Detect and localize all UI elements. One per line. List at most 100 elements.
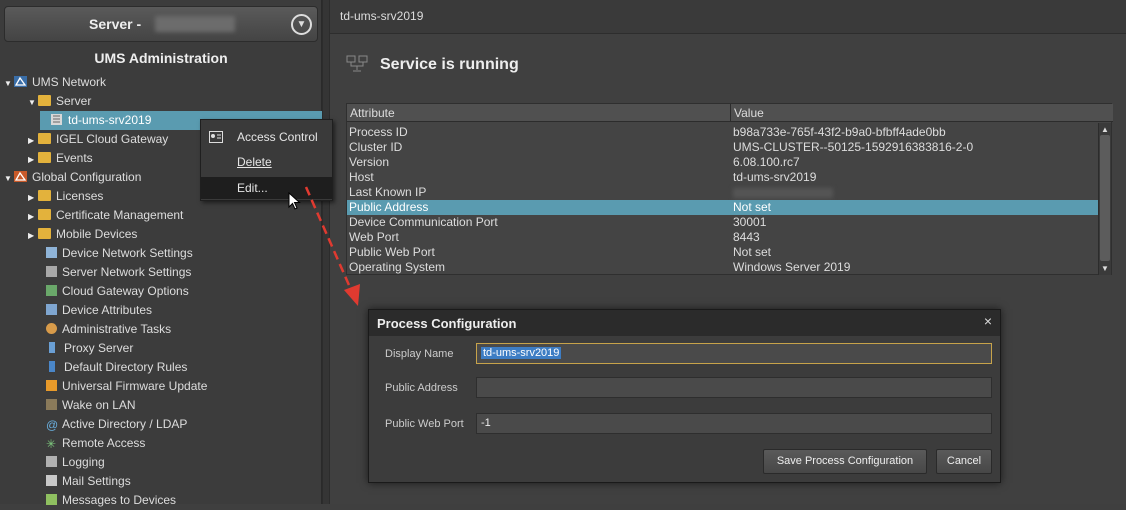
tree-item-ums-network[interactable]: ▼ UMS Network [4, 73, 106, 92]
table-row[interactable]: Public Web Port Not set [347, 245, 1099, 260]
dialog-title: Process Configuration [377, 316, 517, 331]
dialog-titlebar[interactable]: Process Configuration × [369, 310, 1000, 336]
cancel-button[interactable]: Cancel [936, 449, 992, 474]
cell-attribute: Cluster ID [349, 140, 403, 154]
table-row[interactable]: Web Port 8443 [347, 230, 1099, 245]
menu-item-edit[interactable]: Edit... [201, 177, 332, 199]
expand-triangle-icon[interactable]: ▶ [28, 226, 38, 245]
expand-triangle-icon[interactable]: ▼ [28, 93, 38, 112]
cell-attribute: Operating System [349, 260, 446, 274]
cell-value: td-ums-srv2019 [733, 170, 817, 184]
scroll-down-icon[interactable]: ▼ [1101, 264, 1109, 273]
tree-item-server[interactable]: ▼ Server [28, 92, 91, 111]
server-selector[interactable]: Server - ▼ [4, 6, 318, 42]
cell-value: 30001 [733, 215, 767, 229]
cell-attribute: Process ID [349, 125, 408, 139]
sidebar: Server - ▼ UMS Administration ▼ UMS Netwo… [0, 0, 322, 507]
expand-triangle-icon[interactable]: ▶ [28, 207, 38, 226]
tree-item-device-network-settings[interactable]: Device Network Settings [46, 244, 193, 263]
column-separator[interactable] [730, 104, 731, 122]
tree-item-default-directory-rules[interactable]: Default Directory Rules [46, 358, 187, 377]
scroll-up-icon[interactable]: ▲ [1101, 125, 1109, 134]
tree-item-label: td-ums-srv2019 [68, 113, 152, 127]
remote-access-icon: ✳ [46, 437, 57, 451]
expand-triangle-icon[interactable]: ▶ [28, 150, 38, 169]
tree-item-label: Device Attributes [62, 303, 153, 317]
tree-item-label: Mobile Devices [56, 227, 138, 241]
mail-icon [46, 475, 57, 486]
tree-item-events[interactable]: ▶ Events [28, 149, 93, 168]
tree-item-administrative-tasks[interactable]: Administrative Tasks [46, 320, 171, 339]
firmware-icon [46, 380, 57, 391]
tree-item-active-directory[interactable]: @ Active Directory / LDAP [46, 415, 187, 434]
tree-item-device-attributes[interactable]: Device Attributes [46, 301, 152, 320]
wake-icon [46, 399, 57, 410]
close-icon[interactable]: × [984, 313, 992, 329]
folder-icon [38, 209, 51, 220]
menu-item-access-control[interactable]: Access Control [201, 126, 332, 148]
panel-splitter[interactable] [322, 0, 330, 504]
chevron-down-icon[interactable]: ▼ [291, 14, 312, 35]
table-row[interactable]: Last Known IP [347, 185, 1099, 200]
tree-item-cloud-gateway-options[interactable]: Cloud Gateway Options [46, 282, 189, 301]
table-row-selected[interactable]: Public Address Not set [347, 200, 1099, 215]
folder-icon [38, 152, 51, 163]
table-row[interactable]: Operating System Windows Server 2019 [347, 260, 1099, 275]
tree-item-remote-access[interactable]: ✳ Remote Access [46, 434, 145, 453]
scroll-thumb[interactable] [1100, 135, 1110, 261]
tree-item-proxy-server[interactable]: Proxy Server [46, 339, 133, 358]
save-process-configuration-button[interactable]: Save Process Configuration [763, 449, 927, 474]
tree-item-universal-firmware-update[interactable]: Universal Firmware Update [46, 377, 207, 396]
menu-item-delete[interactable]: Delete [201, 151, 332, 173]
table-header: Attribute Value [347, 104, 1113, 122]
tree-item-licenses[interactable]: ▶ Licenses [28, 187, 103, 206]
expand-triangle-icon[interactable]: ▶ [28, 131, 38, 150]
expand-triangle-icon[interactable]: ▶ [28, 188, 38, 207]
public-address-field[interactable] [476, 377, 992, 398]
column-header-value[interactable]: Value [734, 106, 764, 120]
device-network-icon [46, 247, 57, 258]
tree-item-wake-on-lan[interactable]: Wake on LAN [46, 396, 136, 415]
display-name-field[interactable]: td-ums-srv2019 [476, 343, 992, 364]
folder-icon [38, 190, 51, 201]
tree-item-igel-cloud-gateway[interactable]: ▶ IGEL Cloud Gateway [28, 130, 168, 149]
cell-value: b98a733e-765f-43f2-b9a0-bfbff4ade0bb [733, 125, 946, 139]
cell-value: 6.08.100.rc7 [733, 155, 800, 169]
tasks-icon [46, 323, 57, 334]
main-tab-label: td-ums-srv2019 [340, 9, 424, 23]
tree-item-server-network-settings[interactable]: Server Network Settings [46, 263, 191, 282]
server-status-icon [346, 55, 368, 72]
tree-item-label: Messages to Devices [62, 493, 177, 507]
table-row[interactable]: Process ID b98a733e-765f-43f2-b9a0-bfbff4… [347, 125, 1099, 140]
table-row[interactable]: Cluster ID UMS-CLUSTER--50125-15929163838… [347, 140, 1099, 155]
tree-item-label: Cloud Gateway Options [62, 284, 189, 298]
server-network-icon [46, 266, 57, 277]
service-status: Service is running [380, 56, 519, 73]
menu-item-label: Edit... [237, 181, 268, 195]
cell-attribute: Version [349, 155, 390, 169]
tree-item-label: Events [56, 151, 93, 165]
column-header-attribute[interactable]: Attribute [350, 106, 395, 120]
expand-triangle-icon[interactable]: ▼ [4, 74, 14, 93]
cell-attribute: Device Communication Port [349, 215, 498, 229]
tree-item-mail-settings[interactable]: Mail Settings [46, 472, 131, 491]
tree-item-logging[interactable]: Logging [46, 453, 105, 472]
tree-item-messages-to-devices[interactable]: Messages to Devices [46, 491, 176, 510]
cell-attribute: Last Known IP [349, 185, 427, 199]
tree-item-mobile-devices[interactable]: ▶ Mobile Devices [28, 225, 137, 244]
tree-item-certificate-management[interactable]: ▶ Certificate Management [28, 206, 183, 225]
table-scrollbar[interactable]: ▲ ▼ [1098, 123, 1111, 275]
display-name-label: Display Name [385, 348, 454, 360]
expand-triangle-icon[interactable]: ▼ [4, 169, 14, 188]
directory-rules-icon [49, 361, 55, 372]
cloud-gateway-icon [46, 285, 57, 296]
tree-item-global-configuration[interactable]: ▼ Global Configuration [4, 168, 141, 187]
proxy-icon [49, 342, 55, 353]
public-address-label: Public Address [385, 382, 458, 394]
public-web-port-field[interactable]: -1 [476, 413, 992, 434]
public-web-port-label: Public Web Port [385, 418, 464, 430]
table-row[interactable]: Host td-ums-srv2019 [347, 170, 1099, 185]
tree-item-label: Server [56, 94, 92, 108]
table-row[interactable]: Device Communication Port 30001 [347, 215, 1099, 230]
table-row[interactable]: Version 6.08.100.rc7 [347, 155, 1099, 170]
